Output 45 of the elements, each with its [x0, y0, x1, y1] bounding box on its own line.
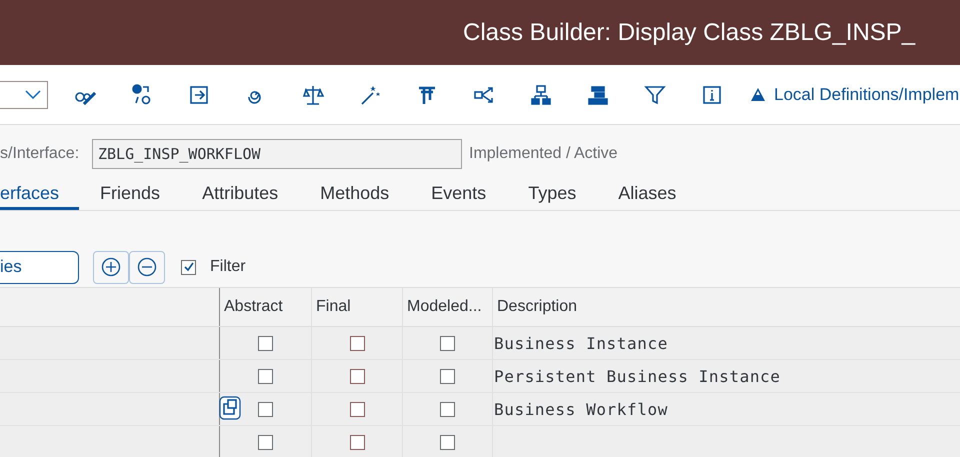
- window-title: Class Builder: Display Class ZBLG_INSP_: [463, 18, 916, 46]
- table-checkbox[interactable]: [258, 368, 273, 384]
- table-checkbox[interactable]: [440, 434, 455, 450]
- field-label: s/Interface:: [0, 144, 80, 162]
- table-checkbox[interactable]: [350, 434, 364, 450]
- column-header[interactable]: Abstract: [224, 298, 283, 316]
- expand-button[interactable]: [93, 250, 129, 284]
- column-header[interactable]: Description: [497, 298, 578, 316]
- caret-icon: [25, 90, 41, 99]
- collapse-button[interactable]: [129, 250, 165, 284]
- tab[interactable]: erfaces: [0, 179, 80, 210]
- table-checkbox[interactable]: [440, 368, 455, 384]
- table-row[interactable]: Business Instance: [0, 327, 960, 360]
- shapes-icon[interactable]: [131, 82, 153, 106]
- class-name-field[interactable]: ZBLG_INSP_WORKFLOW: [92, 138, 462, 168]
- status-text: Implemented / Active: [469, 144, 618, 162]
- filter-checkbox[interactable]: [181, 260, 196, 274]
- minus-icon: [137, 257, 157, 277]
- filter-label: Filter: [210, 258, 246, 276]
- cone-icon: [750, 86, 766, 102]
- column-header[interactable]: Modeled...: [407, 298, 482, 316]
- table-row[interactable]: Persistent Business Instance: [0, 360, 960, 393]
- tab[interactable]: Methods: [299, 179, 410, 210]
- table-checkbox[interactable]: [258, 402, 273, 416]
- tab[interactable]: Events: [410, 179, 508, 210]
- filter-field[interactable]: ies: [0, 250, 79, 284]
- column-header[interactable]: Final: [316, 298, 351, 316]
- dropdown[interactable]: [0, 80, 48, 108]
- table-checkbox[interactable]: [440, 336, 455, 350]
- table-checkbox[interactable]: [440, 402, 455, 416]
- table-cell: Persistent Business Instance: [494, 366, 781, 386]
- table-checkbox[interactable]: [350, 402, 364, 416]
- hierarchy-icon[interactable]: [530, 82, 552, 106]
- table-checkbox[interactable]: [350, 336, 364, 350]
- table-row[interactable]: Business Workflow: [0, 393, 960, 426]
- tab[interactable]: Aliases: [597, 179, 698, 210]
- table-checkbox[interactable]: [258, 336, 273, 350]
- table-cell: Business Instance: [494, 334, 668, 352]
- table-checkbox[interactable]: [258, 434, 273, 450]
- table-checkbox[interactable]: [350, 368, 364, 384]
- tab[interactable]: Types: [507, 179, 598, 210]
- table-cell: Business Workflow: [494, 400, 668, 418]
- tab[interactable]: Friends: [79, 179, 182, 210]
- plus-icon: [101, 257, 121, 277]
- tab[interactable]: Attributes: [181, 179, 300, 210]
